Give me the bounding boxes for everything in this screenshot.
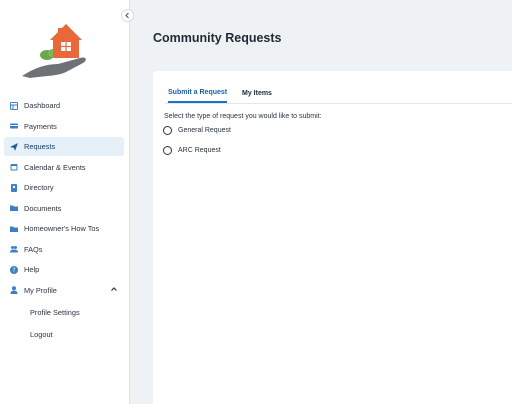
people-icon [10, 246, 18, 253]
tab-label: Submit a Request [168, 89, 228, 96]
sidebar-item-homeowners-how-tos[interactable]: Homeowner's How Tos [4, 219, 124, 238]
sidebar-item-help[interactable]: ? Help [4, 260, 124, 279]
tab-bar: Submit a Request My Items [165, 84, 512, 104]
sidebar: Dashboard Payments Requests Calendar & E… [0, 0, 130, 404]
calendar-icon [10, 164, 18, 171]
sidebar-item-label: FAQs [24, 244, 43, 254]
tab-label: My Items [242, 89, 272, 97]
help-circle-icon: ? [10, 265, 18, 274]
sidebar-item-label: Directory [24, 183, 54, 192]
sidebar-item-requests[interactable]: Requests [4, 137, 124, 156]
sidebar-subitem-profile-settings[interactable]: Profile Settings [4, 301, 124, 323]
house-in-hand-logo [22, 24, 86, 78]
chevron-left-icon [125, 12, 129, 19]
tab-my-items[interactable]: My Items [242, 84, 272, 102]
sidebar-item-label: My Profile [24, 285, 57, 295]
general-request-radio[interactable] [163, 126, 172, 135]
sidebar-item-directory[interactable]: Directory [4, 178, 124, 197]
contact-book-icon [11, 183, 17, 192]
requests-card: Submit a Request My Items Select the typ… [153, 71, 512, 404]
sidebar-subitem-logout[interactable]: Logout [4, 323, 124, 345]
tab-submit-a-request[interactable]: Submit a Request [168, 84, 228, 103]
sidebar-subitem-label: Profile Settings [30, 307, 80, 317]
user-icon [10, 286, 18, 294]
sidebar-nav: Dashboard Payments Requests Calendar & E… [4, 96, 124, 345]
arc-request-option[interactable]: ARC Request [163, 146, 221, 155]
sidebar-item-label: Documents [24, 203, 62, 213]
sidebar-subitem-label: Logout [30, 329, 53, 339]
option-label: ARC Request [178, 147, 221, 154]
folder-icon [10, 205, 18, 211]
sidebar-item-label: Homeowner's How Tos [24, 224, 100, 233]
sidebar-item-label: Requests [24, 142, 56, 151]
sidebar-item-faqs[interactable]: FAQs [4, 240, 124, 259]
sidebar-collapse-button[interactable] [121, 9, 134, 22]
request-type-prompt: Select the type of request you would lik… [164, 113, 322, 120]
sidebar-item-label: Payments [24, 121, 57, 131]
sidebar-item-label: Dashboard [24, 101, 61, 110]
sidebar-item-dashboard[interactable]: Dashboard [4, 96, 124, 115]
send-icon [10, 142, 18, 151]
svg-text:?: ? [12, 267, 15, 274]
general-request-option[interactable]: General Request [163, 126, 231, 135]
sidebar-item-calendar-events[interactable]: Calendar & Events [4, 158, 124, 177]
dashboard-icon [10, 101, 18, 110]
sidebar-item-documents[interactable]: Documents [4, 199, 124, 218]
option-label: General Request [178, 127, 231, 134]
credit-card-icon [10, 123, 18, 129]
sidebar-item-label: Calendar & Events [24, 162, 86, 172]
arc-request-radio[interactable] [163, 146, 172, 155]
sidebar-item-label: Help [24, 265, 40, 274]
sidebar-item-my-profile[interactable]: My Profile [4, 281, 124, 300]
chevron-up-icon[interactable] [110, 285, 118, 293]
page-title: Community Requests [153, 31, 282, 45]
folder-icon [10, 226, 18, 232]
sidebar-item-payments[interactable]: Payments [4, 117, 124, 136]
